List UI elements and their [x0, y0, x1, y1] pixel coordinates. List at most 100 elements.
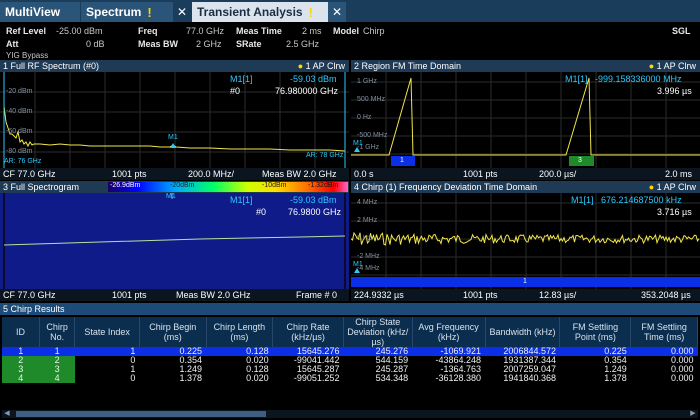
- scrollbar-thumb[interactable]: [16, 411, 266, 417]
- y-tick-label: -40 dBm: [6, 108, 33, 115]
- y-tick-label: 1 GHz: [357, 78, 377, 85]
- marker-tag: M1: [353, 140, 363, 147]
- y-tick-label: 2 MHz: [357, 217, 378, 224]
- tab-spectrum[interactable]: Spectrum ! ✕: [81, 2, 191, 22]
- chirp-results-panel[interactable]: 5 Chirp Results ID Chirp No. State Index Ch…: [0, 303, 700, 420]
- marker-readout-level: -59.03 dBm: [290, 74, 337, 84]
- table-cell: 4: [2, 374, 40, 383]
- yig-bypass: YIG Bypass: [6, 51, 49, 60]
- y-tick-label: 500 MHz: [357, 96, 386, 103]
- footer-frame: Frame # 0: [296, 290, 338, 300]
- y-tick-label: -2 MHz: [357, 253, 380, 260]
- chirp-sweep-line: [3, 235, 346, 246]
- scroll-left-icon[interactable]: ◀: [2, 410, 12, 418]
- marker-readout-label: M1[1]: [230, 74, 253, 84]
- right-analysis-label: AR: 78 GHz: [306, 152, 344, 159]
- horizontal-scrollbar[interactable]: ◀ ▶: [2, 410, 698, 418]
- marker-readout-freq: -999.158336000 MHz: [595, 74, 682, 84]
- freq-deviation-graph: [351, 193, 700, 289]
- close-icon[interactable]: ✕: [173, 2, 191, 22]
- footer-points: 1001 pts: [112, 169, 147, 179]
- table-row[interactable]: 1 1 1 0.225 0.128 15645.276 245.276 -1069.921 20…: [2, 347, 698, 356]
- att-value: 0 dB: [86, 39, 105, 49]
- column-header[interactable]: State Index: [74, 317, 140, 347]
- table-cell: 534.348: [375, 373, 409, 383]
- table-cell: 0: [130, 373, 136, 383]
- column-header[interactable]: Chirp Begin (ms): [139, 317, 207, 347]
- full-spectrogram-panel[interactable]: 3 Full Spectrogram -26.9dBm -20dBm -10dB…: [0, 181, 349, 301]
- footer-stop-time: 353.2048 µs: [641, 290, 691, 300]
- chirp-results-table[interactable]: ID Chirp No. State Index Chirp Begin (ms) Ch…: [2, 317, 698, 383]
- column-header[interactable]: Bandwidth (kHz): [485, 317, 561, 347]
- table-header-row: ID Chirp No. State Index Chirp Begin (ms) Ch…: [2, 317, 698, 347]
- tab-multiview[interactable]: MultiView: [0, 2, 80, 22]
- column-header[interactable]: Avg Frequency (kHz): [412, 317, 486, 347]
- scroll-right-icon[interactable]: ▶: [688, 410, 698, 418]
- footer-time-div: 200.0 µs/: [539, 169, 577, 179]
- table-cell: 1941840.368: [503, 373, 556, 383]
- panel-title-text: 3 Full Spectrogram: [3, 182, 80, 192]
- freq-deviation-plot[interactable]: 4 MHz 2 MHz 0 Hz -2 MHz -4 MHz M1 1 M1[1…: [351, 193, 700, 289]
- colorbar-label: -1.32dBm: [308, 182, 339, 189]
- table-row[interactable]: 3 3 1 1.249 0.128 15645.287 245.287 -1364.763 20…: [2, 365, 698, 374]
- trace-mode: ● 1 AP Clrw: [648, 61, 696, 71]
- panel-title: 4 Chirp (1) Frequency Deviation Time Dom…: [351, 181, 700, 193]
- marker-tag: M1: [353, 261, 363, 268]
- column-header[interactable]: FM Settling Point (ms): [559, 317, 632, 347]
- footer-points: 1001 pts: [463, 290, 498, 300]
- column-header[interactable]: Chirp Rate (kHz/µs): [272, 317, 344, 347]
- footer-start-time: 224.9332 µs: [354, 290, 404, 300]
- ref-level-label: Ref Level: [6, 26, 47, 36]
- tab-transient-analysis[interactable]: Transient Analysis ! ✕: [192, 2, 346, 22]
- footer-points: 1001 pts: [463, 169, 498, 179]
- srate-value: 2.5 GHz: [286, 39, 320, 49]
- marker-readout-freq: 76.980000 GHz: [275, 86, 339, 96]
- table-cell: 1.378: [604, 373, 627, 383]
- marker-readout-time: 3.996 µs: [657, 86, 692, 96]
- meas-bw-value: 2 GHz: [196, 39, 222, 49]
- chirp-badge: 1: [400, 157, 404, 164]
- fm-time-plot[interactable]: 1 GHz 500 MHz 0 Hz -500 MHz -1 GHz M1 1 …: [351, 72, 700, 168]
- sgl-indicator: SGL: [672, 26, 691, 36]
- model-value: Chirp: [363, 26, 385, 36]
- footer-center-freq: CF 77.0 GHz: [3, 169, 56, 179]
- chirp-frequency-deviation-panel[interactable]: 4 Chirp (1) Frequency Deviation Time Dom…: [351, 181, 700, 301]
- table-cell: -99051.252: [293, 373, 340, 383]
- footer-meas-bw: Meas BW 2.0 GHz: [176, 290, 251, 300]
- close-icon[interactable]: ✕: [328, 2, 346, 22]
- marker-readout-frame: #0: [230, 86, 241, 96]
- column-header[interactable]: Chirp Length (ms): [206, 317, 274, 347]
- footer-span: 200.0 MHz/: [188, 169, 235, 179]
- marker-readout-time: 3.716 µs: [657, 207, 692, 217]
- table-row[interactable]: 4 4 0 1.378 0.020 -99051.252 534.348 -36128.380…: [2, 374, 698, 383]
- footer-start-time: 0.0 s: [354, 169, 374, 179]
- column-header[interactable]: Chirp No.: [39, 317, 76, 347]
- chirp-badge: 1: [523, 278, 527, 285]
- colorbar-label: -20dBm: [170, 182, 195, 189]
- table-cell: 0.000: [670, 373, 694, 383]
- footer-meas-bw: Meas BW 2.0 GHz: [262, 169, 337, 179]
- column-header[interactable]: ID: [2, 317, 40, 347]
- marker-readout-level: -59.03 dBm: [290, 195, 337, 205]
- settings-bar[interactable]: Ref Level -25.00 dBm Att 0 dB YIG Bypass…: [0, 22, 700, 60]
- spectrum-plot[interactable]: -20 dBm -40 dBm -60 dBm -80 dBm M1 AR: 7…: [0, 72, 349, 168]
- footer-center-freq: CF 77.0 GHz: [3, 290, 56, 300]
- freq-label: Freq: [138, 26, 158, 36]
- region-fm-time-domain-panel[interactable]: 2 Region FM Time Domain ● 1 AP Clrw 1 GH…: [351, 60, 700, 180]
- panel-title-text: 5 Chirp Results: [3, 304, 65, 314]
- tab-label: MultiView: [5, 5, 61, 19]
- marker-readout-frame: #0: [256, 207, 267, 217]
- trace-mode-text: 1 AP Clrw: [305, 61, 345, 71]
- spectrogram-plot[interactable]: M1 M1[1] -59.03 dBm #0 76.9800 GHz: [0, 193, 349, 289]
- panel-title-text: 2 Region FM Time Domain: [354, 61, 462, 71]
- marker-tag: M1: [168, 134, 178, 141]
- column-header[interactable]: FM Settling Time (ms): [630, 317, 698, 347]
- att-label: Att: [6, 39, 19, 49]
- footer-stop-time: 2.0 ms: [665, 169, 693, 179]
- column-header[interactable]: Chirp State Deviation (kHz/µs): [343, 317, 413, 347]
- warning-icon: !: [147, 4, 152, 20]
- model-label: Model: [333, 26, 359, 36]
- table-row[interactable]: 2 2 0 0.354 0.020 -99041.442 544.159 -43864.248…: [2, 356, 698, 365]
- panel-title-text: 4 Chirp (1) Frequency Deviation Time Dom…: [354, 182, 538, 192]
- full-rf-spectrum-panel[interactable]: 1 Full RF Spectrum (#0) ● 1 AP Clrw -20 …: [0, 60, 349, 180]
